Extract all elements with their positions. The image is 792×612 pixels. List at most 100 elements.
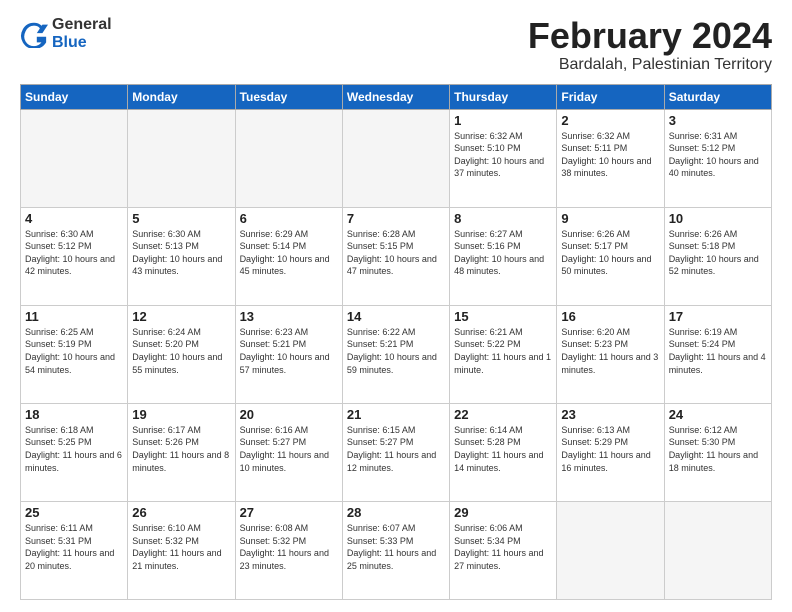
calendar-cell: 22Sunrise: 6:14 AMSunset: 5:28 PMDayligh… (450, 403, 557, 501)
day-number: 1 (454, 113, 552, 128)
day-info: Sunrise: 6:08 AMSunset: 5:32 PMDaylight:… (240, 522, 338, 572)
day-info: Sunrise: 6:32 AMSunset: 5:10 PMDaylight:… (454, 130, 552, 180)
day-info: Sunrise: 6:18 AMSunset: 5:25 PMDaylight:… (25, 424, 123, 474)
day-info: Sunrise: 6:13 AMSunset: 5:29 PMDaylight:… (561, 424, 659, 474)
day-info: Sunrise: 6:24 AMSunset: 5:20 PMDaylight:… (132, 326, 230, 376)
calendar-header-row: SundayMondayTuesdayWednesdayThursdayFrid… (21, 84, 772, 109)
calendar-cell: 13 Sunrise: 6:23 AMSunset: 5:21 PMDayligh… (235, 305, 342, 403)
weekday-header-thursday: Thursday (450, 84, 557, 109)
day-info: Sunrise: 6:15 AMSunset: 5:27 PMDaylight:… (347, 424, 445, 474)
day-number: 7 (347, 211, 445, 226)
day-number: 19 (132, 407, 230, 422)
day-number: 6 (240, 211, 338, 226)
day-number: 9 (561, 211, 659, 226)
weekday-header-wednesday: Wednesday (342, 84, 449, 109)
day-info: Sunrise: 6:19 AMSunset: 5:24 PMDaylight:… (669, 326, 767, 376)
calendar-week-row: 1 Sunrise: 6:32 AMSunset: 5:10 PMDaylight… (21, 109, 772, 207)
logo-text: General Blue (52, 16, 112, 51)
calendar-week-row: 25 Sunrise: 6:11 AMSunset: 5:31 PMDayligh… (21, 501, 772, 599)
calendar-cell (128, 109, 235, 207)
logo-blue-text: Blue (52, 34, 112, 52)
day-number: 8 (454, 211, 552, 226)
calendar-cell: 3Sunrise: 6:31 AMSunset: 5:12 PMDaylight… (664, 109, 771, 207)
day-info: Sunrise: 6:16 AMSunset: 5:27 PMDaylight:… (240, 424, 338, 474)
day-number: 24 (669, 407, 767, 422)
day-info: Sunrise: 6:30 AMSunset: 5:13 PMDaylight:… (132, 228, 230, 278)
calendar-cell: 26 Sunrise: 6:10 AMSunset: 5:32 PMDayligh… (128, 501, 235, 599)
calendar-cell: 14Sunrise: 6:22 AMSunset: 5:21 PMDayligh… (342, 305, 449, 403)
calendar-cell (342, 109, 449, 207)
calendar-cell: 25 Sunrise: 6:11 AMSunset: 5:31 PMDayligh… (21, 501, 128, 599)
calendar-cell: 29 Sunrise: 6:06 AMSunset: 5:34 PMDayligh… (450, 501, 557, 599)
logo-icon (20, 20, 48, 48)
day-number: 2 (561, 113, 659, 128)
day-info: Sunrise: 6:17 AMSunset: 5:26 PMDaylight:… (132, 424, 230, 474)
calendar-cell: 2 Sunrise: 6:32 AMSunset: 5:11 PMDaylight… (557, 109, 664, 207)
day-number: 29 (454, 505, 552, 520)
day-number: 16 (561, 309, 659, 324)
weekday-header-tuesday: Tuesday (235, 84, 342, 109)
calendar-cell: 23 Sunrise: 6:13 AMSunset: 5:29 PMDayligh… (557, 403, 664, 501)
day-info: Sunrise: 6:32 AMSunset: 5:11 PMDaylight:… (561, 130, 659, 180)
day-number: 15 (454, 309, 552, 324)
subtitle: Bardalah, Palestinian Territory (528, 56, 772, 74)
day-info: Sunrise: 6:30 AMSunset: 5:12 PMDaylight:… (25, 228, 123, 278)
calendar-week-row: 11Sunrise: 6:25 AMSunset: 5:19 PMDayligh… (21, 305, 772, 403)
calendar-cell: 4 Sunrise: 6:30 AMSunset: 5:12 PMDaylight… (21, 207, 128, 305)
day-info: Sunrise: 6:23 AMSunset: 5:21 PMDaylight:… (240, 326, 338, 376)
day-number: 26 (132, 505, 230, 520)
day-info: Sunrise: 6:31 AMSunset: 5:12 PMDaylight:… (669, 130, 767, 180)
weekday-header-friday: Friday (557, 84, 664, 109)
month-title: February 2024 (528, 16, 772, 56)
logo-general-text: General (52, 16, 112, 34)
calendar-cell: 20 Sunrise: 6:16 AMSunset: 5:27 PMDayligh… (235, 403, 342, 501)
calendar-cell: 1 Sunrise: 6:32 AMSunset: 5:10 PMDaylight… (450, 109, 557, 207)
day-number: 18 (25, 407, 123, 422)
calendar-cell: 17 Sunrise: 6:19 AMSunset: 5:24 PMDayligh… (664, 305, 771, 403)
title-block: February 2024 Bardalah, Palestinian Terr… (528, 16, 772, 74)
day-info: Sunrise: 6:11 AMSunset: 5:31 PMDaylight:… (25, 522, 123, 572)
calendar-cell: 11Sunrise: 6:25 AMSunset: 5:19 PMDayligh… (21, 305, 128, 403)
page: General Blue February 2024 Bardalah, Pal… (0, 0, 792, 612)
calendar-cell: 15Sunrise: 6:21 AMSunset: 5:22 PMDayligh… (450, 305, 557, 403)
weekday-header-monday: Monday (128, 84, 235, 109)
calendar-cell: 18 Sunrise: 6:18 AMSunset: 5:25 PMDayligh… (21, 403, 128, 501)
calendar-cell: 9 Sunrise: 6:26 AMSunset: 5:17 PMDaylight… (557, 207, 664, 305)
day-number: 17 (669, 309, 767, 324)
day-number: 12 (132, 309, 230, 324)
calendar-cell (664, 501, 771, 599)
day-info: Sunrise: 6:10 AMSunset: 5:32 PMDaylight:… (132, 522, 230, 572)
calendar-cell: 19 Sunrise: 6:17 AMSunset: 5:26 PMDayligh… (128, 403, 235, 501)
day-number: 27 (240, 505, 338, 520)
calendar-cell: 24 Sunrise: 6:12 AMSunset: 5:30 PMDayligh… (664, 403, 771, 501)
day-number: 28 (347, 505, 445, 520)
day-number: 23 (561, 407, 659, 422)
day-number: 21 (347, 407, 445, 422)
logo: General Blue (20, 16, 112, 51)
day-number: 13 (240, 309, 338, 324)
day-info: Sunrise: 6:25 AMSunset: 5:19 PMDaylight:… (25, 326, 123, 376)
calendar-table: SundayMondayTuesdayWednesdayThursdayFrid… (20, 84, 772, 600)
calendar-cell: 7Sunrise: 6:28 AMSunset: 5:15 PMDaylight… (342, 207, 449, 305)
calendar-cell: 8Sunrise: 6:27 AMSunset: 5:16 PMDaylight… (450, 207, 557, 305)
calendar-cell: 10Sunrise: 6:26 AMSunset: 5:18 PMDayligh… (664, 207, 771, 305)
day-info: Sunrise: 6:06 AMSunset: 5:34 PMDaylight:… (454, 522, 552, 572)
day-info: Sunrise: 6:07 AMSunset: 5:33 PMDaylight:… (347, 522, 445, 572)
day-number: 25 (25, 505, 123, 520)
calendar-cell (557, 501, 664, 599)
day-info: Sunrise: 6:12 AMSunset: 5:30 PMDaylight:… (669, 424, 767, 474)
day-number: 4 (25, 211, 123, 226)
day-number: 5 (132, 211, 230, 226)
day-number: 20 (240, 407, 338, 422)
day-info: Sunrise: 6:26 AMSunset: 5:17 PMDaylight:… (561, 228, 659, 278)
calendar-cell: 12 Sunrise: 6:24 AMSunset: 5:20 PMDayligh… (128, 305, 235, 403)
calendar-cell (235, 109, 342, 207)
header: General Blue February 2024 Bardalah, Pal… (20, 16, 772, 74)
weekday-header-sunday: Sunday (21, 84, 128, 109)
calendar-week-row: 18 Sunrise: 6:18 AMSunset: 5:25 PMDayligh… (21, 403, 772, 501)
day-number: 14 (347, 309, 445, 324)
calendar-cell: 28 Sunrise: 6:07 AMSunset: 5:33 PMDayligh… (342, 501, 449, 599)
calendar-cell (21, 109, 128, 207)
day-info: Sunrise: 6:20 AMSunset: 5:23 PMDaylight:… (561, 326, 659, 376)
day-number: 22 (454, 407, 552, 422)
